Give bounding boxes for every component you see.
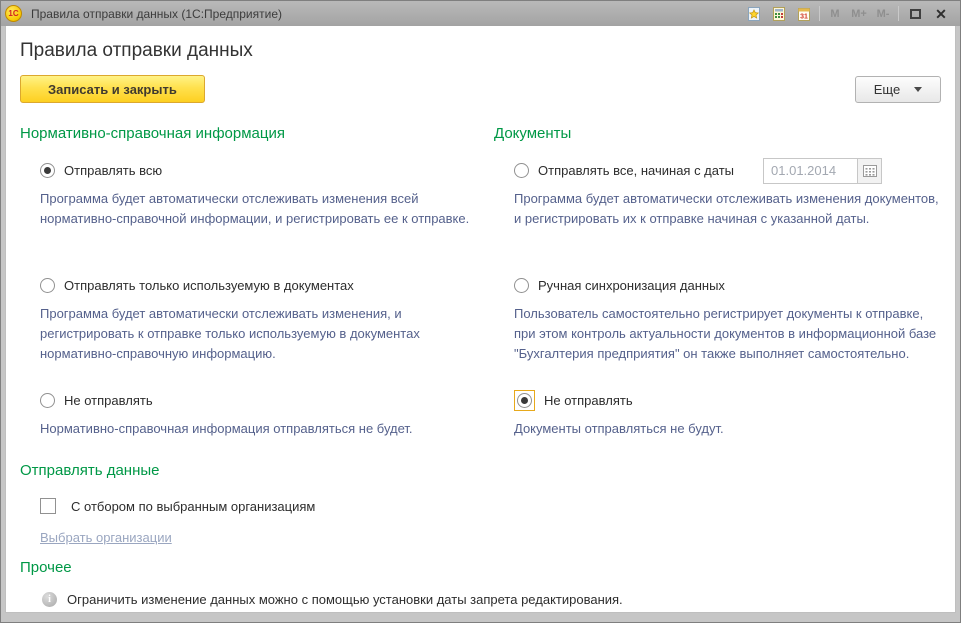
radio-option-no-send-documents[interactable]: Не отправлять — [514, 387, 941, 414]
section-header-other: Прочее — [20, 559, 494, 576]
section-header-documents: Документы — [494, 125, 941, 142]
section-header-send-data: Отправлять данные — [20, 462, 494, 479]
radio-option-send-used-nsi[interactable]: Отправлять только используемую в докумен… — [40, 272, 494, 299]
memory-plus-button: M+ — [847, 5, 871, 23]
svg-text:31: 31 — [800, 13, 808, 20]
radio-label: Ручная синхронизация данных — [538, 278, 725, 293]
more-button[interactable]: Еще — [855, 76, 941, 103]
checkbox-icon[interactable] — [40, 498, 56, 514]
option-description: Программа будет автоматически отслеживат… — [40, 189, 486, 249]
titlebar-separator — [819, 6, 820, 21]
option-description: Документы отправляться не будут. — [514, 419, 941, 439]
maximize-icon — [910, 9, 921, 19]
app-window: 1С Правила отправки данных (1С:Предприят… — [0, 0, 961, 623]
select-organizations-link[interactable]: Выбрать организации — [40, 530, 172, 545]
titlebar-separator — [898, 6, 899, 21]
radio-icon[interactable] — [514, 163, 529, 178]
option-description: Пользователь самостоятельно регистрирует… — [514, 304, 941, 364]
radio-option-send-from-date[interactable]: Отправлять все, начиная с даты — [514, 157, 941, 184]
1c-logo-icon: 1С — [5, 5, 22, 22]
radio-icon[interactable] — [40, 163, 55, 178]
option-description: Программа будет автоматически отслеживат… — [514, 189, 941, 249]
radio-icon[interactable] — [517, 393, 532, 408]
radio-option-no-send-nsi[interactable]: Не отправлять — [40, 387, 494, 414]
checkbox-filter-by-organizations[interactable]: С отбором по выбранным организациям — [40, 494, 494, 518]
memory-recall-button: M — [823, 5, 847, 23]
date-picker-button[interactable] — [857, 158, 882, 184]
maximize-button[interactable] — [902, 4, 928, 24]
save-and-close-button[interactable]: Записать и закрыть — [20, 75, 205, 103]
page-title: Правила отправки данных — [20, 40, 941, 62]
radio-label: Отправлять только используемую в докумен… — [64, 278, 354, 293]
radio-option-manual-sync[interactable]: Ручная синхронизация данных — [514, 272, 941, 299]
command-bar: Записать и закрыть Еще — [20, 75, 941, 103]
nsi-column: Нормативно-справочная информация Отправл… — [20, 117, 494, 613]
calendar-grid-icon — [863, 165, 877, 177]
start-date-input[interactable] — [763, 158, 857, 184]
option-description: Программа будет автоматически отслеживат… — [40, 304, 486, 364]
option-description: Нормативно-справочная информация отправл… — [40, 419, 486, 439]
checkbox-label: С отбором по выбранным организациям — [71, 499, 315, 514]
radio-label: Не отправлять — [64, 393, 153, 408]
close-icon: ✕ — [935, 7, 947, 21]
info-row: i Ограничить изменение данных можно с по… — [42, 591, 942, 609]
info-text: Ограничить изменение данных можно с помо… — [67, 591, 623, 609]
memory-minus-button: M- — [871, 5, 895, 23]
form-frame: Правила отправки данных Записать и закры… — [5, 26, 956, 613]
radio-icon[interactable] — [40, 278, 55, 293]
radio-label: Отправлять всю — [64, 163, 162, 178]
calculator-icon[interactable] — [766, 4, 791, 24]
titlebar: 1С Правила отправки данных (1С:Предприят… — [1, 1, 960, 26]
documents-column: Документы Отправлять все, начиная с даты — [494, 117, 941, 462]
focus-ring — [514, 390, 535, 411]
calendar-icon[interactable]: 31 — [791, 4, 816, 24]
radio-icon[interactable] — [514, 278, 529, 293]
date-group — [763, 158, 882, 184]
radio-label: Не отправлять — [544, 393, 633, 408]
favorites-icon[interactable] — [741, 4, 766, 24]
radio-label: Отправлять все, начиная с даты — [538, 163, 734, 178]
info-icon: i — [42, 592, 57, 607]
more-button-label: Еще — [874, 82, 900, 97]
chevron-down-icon — [914, 87, 922, 92]
window-title: Правила отправки данных (1С:Предприятие) — [31, 7, 741, 21]
radio-icon[interactable] — [40, 393, 55, 408]
close-button[interactable]: ✕ — [928, 4, 954, 24]
section-header-nsi: Нормативно-справочная информация — [20, 125, 494, 142]
titlebar-toolbar: 31 M M+ M- ✕ — [741, 4, 954, 24]
radio-option-send-all-nsi[interactable]: Отправлять всю — [40, 157, 494, 184]
